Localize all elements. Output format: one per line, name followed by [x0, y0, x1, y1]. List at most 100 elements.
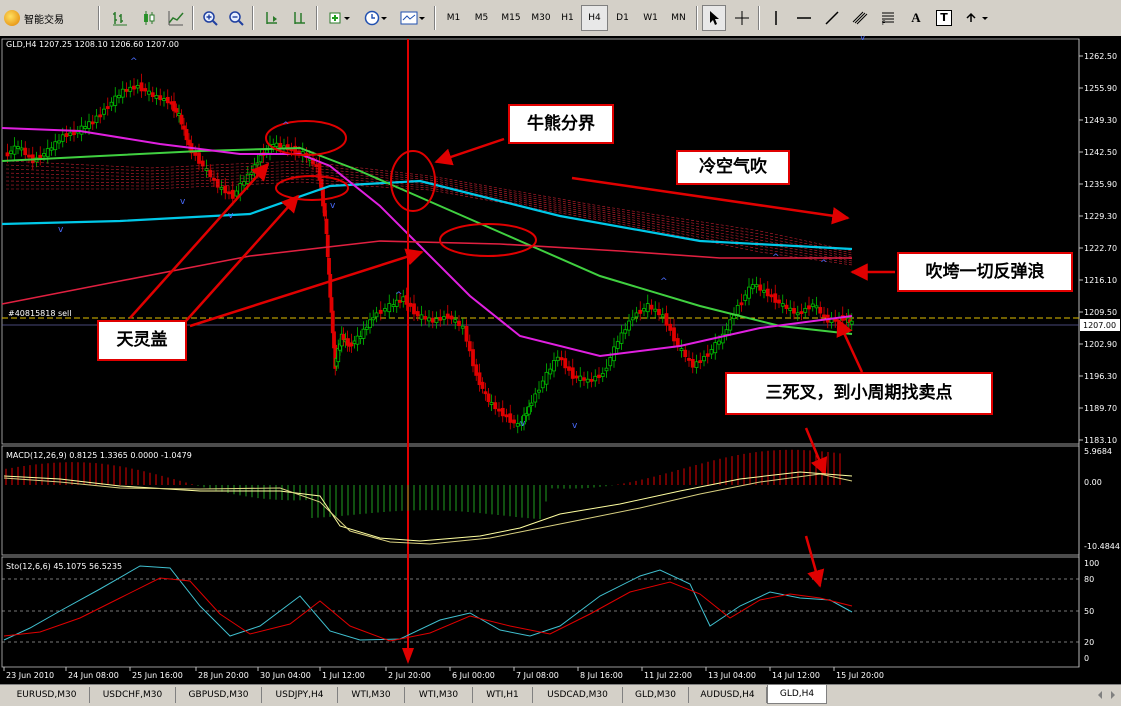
candle-body — [540, 380, 545, 389]
sto-signal-line — [3, 577, 853, 642]
candle-body — [818, 307, 823, 314]
candle-body — [179, 114, 184, 125]
candle-body — [105, 106, 110, 109]
candle-body — [57, 140, 61, 144]
templates-button[interactable] — [396, 5, 430, 31]
expert-advisors-button[interactable]: 智能交易 — [4, 5, 84, 31]
sto-tick-label: 20 — [1084, 638, 1094, 647]
periodicity-button[interactable] — [360, 5, 392, 31]
text-tool-button[interactable]: A — [904, 5, 928, 31]
fractal-marker: ^ — [395, 291, 403, 301]
text-label-icon: T — [936, 10, 952, 26]
candle-body — [415, 311, 420, 317]
tab-usdjpy-h4[interactable]: USDJPY,H4 — [262, 687, 338, 703]
indicators-button[interactable] — [324, 5, 354, 31]
crosshair-button[interactable] — [730, 5, 754, 31]
line-chart-button[interactable] — [164, 5, 188, 31]
candle-body — [394, 299, 399, 307]
candle-body — [653, 308, 658, 312]
candle-body — [234, 190, 239, 197]
candle-body — [702, 355, 706, 362]
tab-usdchf-m30[interactable]: USDCHF,M30 — [90, 687, 176, 703]
candle-body — [608, 357, 613, 367]
tab-wti-m30[interactable]: WTI,M30 — [338, 687, 405, 703]
line-chart-icon — [168, 11, 184, 26]
candle-body — [227, 191, 231, 195]
chart-shift-button[interactable] — [288, 5, 312, 31]
candle-body — [527, 406, 531, 415]
tab-audusd-h4[interactable]: AUDUSD,H4 — [689, 687, 767, 703]
timeframe-h4[interactable]: H4 — [581, 5, 608, 31]
horizontal-line-button[interactable] — [792, 5, 816, 31]
timeframe-d1[interactable]: D1 — [609, 5, 636, 31]
annotation-triple-death: 三死叉，到小周期找卖点 — [725, 372, 993, 415]
chart-window[interactable]: 1262.50 1255.90 1249.30 1242.50 1235.90 1229.… — [0, 36, 1121, 684]
trendline-icon — [825, 11, 839, 25]
timeframe-m30[interactable]: M30 — [526, 5, 556, 31]
equidistant-channel-button[interactable] — [848, 5, 872, 31]
candle-body — [53, 141, 58, 151]
candle-body — [512, 419, 516, 424]
candle-body — [724, 329, 729, 335]
candle-body — [533, 393, 538, 403]
candle-body — [128, 86, 133, 92]
price-tick-label: 1229.30 — [1084, 212, 1117, 221]
candle-body — [597, 374, 601, 378]
candle-body — [94, 115, 99, 124]
zoom-in-button[interactable] — [198, 5, 222, 31]
candle-body — [515, 423, 520, 427]
candle-body — [117, 94, 121, 99]
fibonacci-button[interactable]: F — [876, 5, 900, 31]
timeframe-h1[interactable]: H1 — [554, 5, 581, 31]
cursor-button[interactable] — [702, 5, 726, 31]
candle-body — [349, 342, 354, 347]
candle-body — [585, 378, 590, 383]
ma-red-line — [1, 240, 852, 305]
tabs-scroll-right-icon[interactable] — [1107, 688, 1119, 702]
arrows-tool-button[interactable] — [960, 5, 994, 31]
tab-usdcad-m30[interactable]: USDCAD,M30 — [533, 687, 623, 703]
timeframe-m1[interactable]: M1 — [440, 5, 467, 31]
text-label-tool-button[interactable]: T — [932, 5, 956, 31]
timeframe-w1[interactable]: W1 — [637, 5, 664, 31]
date-tick-label: 23 Jun 2010 — [6, 671, 54, 680]
candle-body — [589, 378, 594, 382]
candle-body — [623, 329, 628, 334]
tab-gld-h4[interactable]: GLD,H4 — [767, 685, 827, 704]
tab-wti-h1[interactable]: WTI,H1 — [473, 687, 533, 703]
candle-body — [679, 348, 684, 352]
candle-body — [83, 126, 88, 129]
candle-body — [634, 312, 639, 318]
timeframe-m15[interactable]: M15 — [496, 5, 526, 31]
vertical-line-button[interactable] — [764, 5, 788, 31]
bar-chart-button[interactable] — [108, 5, 132, 31]
tab-gld-m30[interactable]: GLD,M30 — [623, 687, 689, 703]
candle-body — [449, 315, 454, 320]
trendline-button[interactable] — [820, 5, 844, 31]
zoom-out-button[interactable] — [224, 5, 248, 31]
candle-body — [87, 121, 91, 129]
annotation-blow-rebound-text: 吹垮一切反弹浪 — [925, 262, 1045, 282]
timeframe-m5[interactable]: M5 — [468, 5, 495, 31]
candle-body — [124, 89, 129, 92]
candle-body — [713, 342, 718, 354]
date-tick-label: 24 Jun 08:00 — [68, 671, 119, 680]
toolbar-separator — [434, 6, 436, 30]
date-tick-label: 25 Jun 16:00 — [132, 671, 183, 680]
candle-body — [642, 308, 646, 312]
candle-body — [645, 303, 650, 313]
tab-wti-m30-2[interactable]: WTI,M30 — [405, 687, 473, 703]
candle-body — [12, 145, 17, 155]
candle-body — [297, 150, 301, 154]
auto-scroll-button[interactable] — [260, 5, 284, 31]
price-tick-label: 1216.10 — [1084, 276, 1117, 285]
candle-body — [709, 349, 714, 355]
tabs-scroll-left-icon[interactable] — [1094, 688, 1106, 702]
candle-body — [364, 326, 369, 330]
tab-gbpusd-m30[interactable]: GBPUSD,M30 — [176, 687, 262, 703]
tab-eurusd-m30[interactable]: EURUSD,M30 — [4, 687, 90, 703]
timeframe-mn[interactable]: MN — [665, 5, 692, 31]
candle-body — [474, 364, 479, 376]
candlestick-button[interactable] — [136, 5, 160, 31]
annotation-cold-air-text: 冷空气吹 — [699, 157, 767, 177]
